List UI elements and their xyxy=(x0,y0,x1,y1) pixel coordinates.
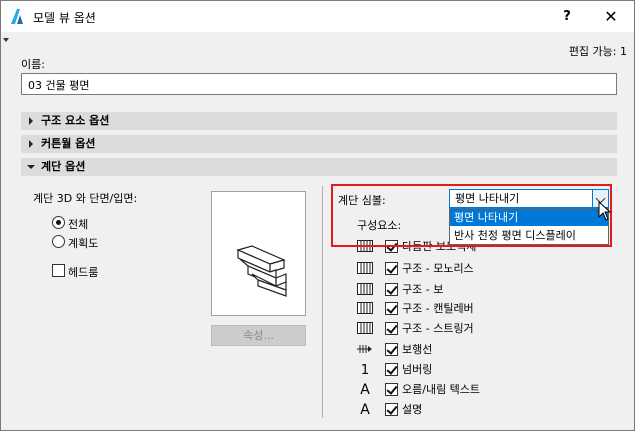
component-label: 오름/내림 텍스트 xyxy=(402,383,481,396)
hatch-icon xyxy=(357,283,373,297)
radio-full[interactable] xyxy=(52,216,65,229)
app-logo-icon xyxy=(11,9,23,24)
dropdown-corner-icon[interactable] xyxy=(3,38,9,42)
section-curtain-wall-options[interactable]: 커튼월 옵션 xyxy=(21,135,617,153)
component-label: 넘버링 xyxy=(402,363,433,376)
expand-arrow-icon xyxy=(29,140,33,148)
stair-preview-icon xyxy=(236,245,287,297)
component-checkbox[interactable] xyxy=(385,262,398,275)
component-checkbox[interactable] xyxy=(385,383,398,396)
stair-3d-section-heading: 계단 3D 와 단면/입면: xyxy=(33,192,138,205)
hatch-icon xyxy=(357,262,373,276)
component-checkbox[interactable] xyxy=(385,403,398,416)
component-checkbox[interactable] xyxy=(385,363,398,376)
edit-status: 편집 가능: 1 xyxy=(568,45,627,58)
collapse-arrow-icon xyxy=(27,165,35,169)
panel-divider xyxy=(322,186,323,418)
radio-full-label: 전체 xyxy=(68,218,89,231)
section-label: 구조 요소 옵션 xyxy=(41,114,110,127)
expand-arrow-icon xyxy=(29,117,33,125)
walking-line-icon xyxy=(357,343,373,357)
component-label: 구조 - 스트링거 xyxy=(402,322,474,335)
window-title: 모델 뷰 옵션 xyxy=(33,11,96,25)
headroom-label: 헤드룸 xyxy=(68,266,99,279)
numbering-icon: 1 xyxy=(360,363,370,378)
name-label: 이름: xyxy=(21,58,45,71)
radio-schematic-label: 계획도 xyxy=(68,237,99,250)
text-icon: A xyxy=(360,402,370,418)
section-label: 계단 옵션 xyxy=(41,160,86,173)
title-bar: 모델 뷰 옵션 ? ✕ xyxy=(0,0,635,32)
hatch-icon xyxy=(357,322,373,336)
radio-schematic[interactable] xyxy=(52,235,65,248)
headroom-checkbox[interactable] xyxy=(52,264,65,277)
component-checkbox[interactable] xyxy=(385,343,398,356)
section-structure-options[interactable]: 구조 요소 옵션 xyxy=(21,112,617,130)
component-checkbox[interactable] xyxy=(385,283,398,296)
text-icon: A xyxy=(360,382,370,398)
component-label: 구조 - 보 xyxy=(402,283,444,296)
component-checkbox[interactable] xyxy=(385,322,398,335)
name-input[interactable]: 03 건물 평면 xyxy=(21,73,617,95)
component-label: 구조 - 모노리스 xyxy=(402,262,474,275)
mouse-cursor-icon xyxy=(598,201,612,221)
component-label: 설명 xyxy=(402,403,423,416)
component-label: 보행선 xyxy=(402,343,433,356)
attributes-button[interactable]: 속성... xyxy=(211,325,306,346)
close-button[interactable]: ✕ xyxy=(591,6,631,28)
stair-preview xyxy=(211,191,306,316)
help-button[interactable]: ? xyxy=(553,6,581,28)
section-label: 커튼월 옵션 xyxy=(41,137,96,150)
component-checkbox[interactable] xyxy=(385,302,398,315)
highlight-box xyxy=(331,184,612,247)
section-stair-options[interactable]: 계단 옵션 xyxy=(21,158,617,176)
component-label: 구조 - 캔틸레버 xyxy=(402,302,474,315)
hatch-icon xyxy=(357,302,373,316)
